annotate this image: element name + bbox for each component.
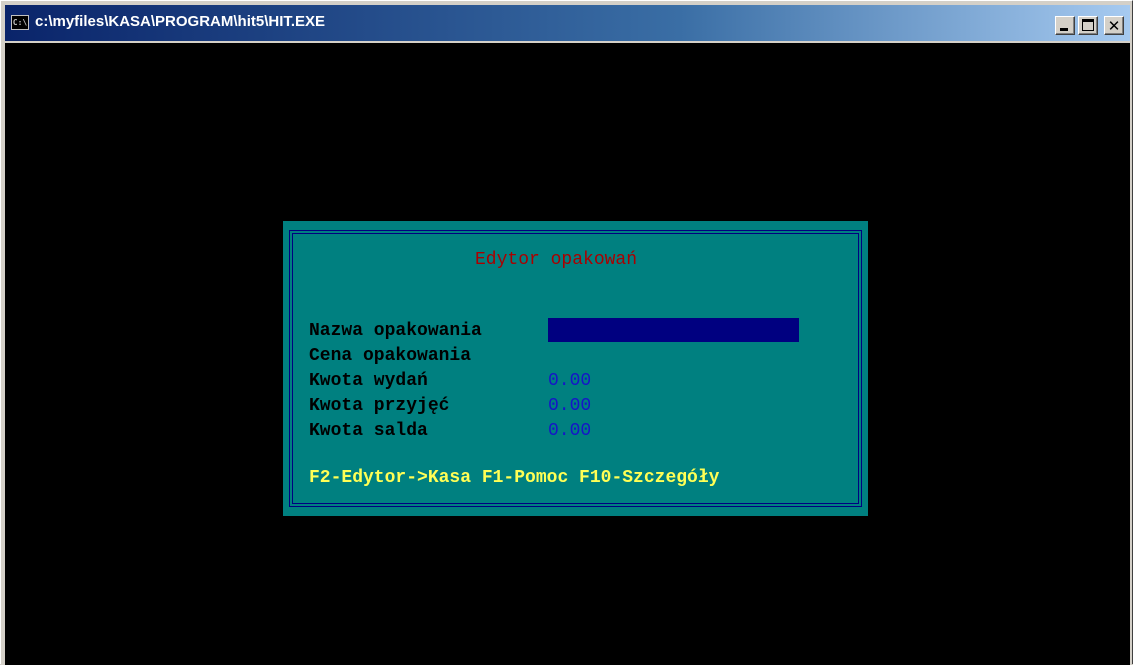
close-icon: ✕ [1107, 17, 1121, 35]
received-amount-value: 0.00 [548, 396, 592, 416]
field-label-balance-amount: Kwota salda [309, 421, 428, 441]
hotkey-help-bar: F2-Edytor->Kasa F1-Pomoc F10-Szczegóły [309, 468, 720, 488]
package-name-input[interactable] [548, 318, 799, 342]
console-area: Edytor opakowań Nazwa opakowania Cena op… [5, 43, 1130, 665]
packaging-editor-dialog: Edytor opakowań Nazwa opakowania Cena op… [283, 221, 868, 516]
dialog-double-border [289, 230, 862, 507]
close-button[interactable]: ✕ [1104, 16, 1124, 35]
balance-amount-value: 0.00 [548, 421, 592, 441]
dialog-title: Edytor opakowań [475, 250, 638, 270]
issued-amount-value: 0.00 [548, 371, 592, 391]
console-app-icon[interactable]: C:\ [11, 15, 29, 30]
field-label-package-price: Cena opakowania [309, 346, 472, 366]
field-label-issued-amount: Kwota wydań [309, 371, 428, 391]
minimize-button[interactable] [1055, 16, 1075, 35]
maximize-button[interactable] [1078, 16, 1098, 35]
field-label-received-amount: Kwota przyjęć [309, 396, 450, 416]
console-window: C:\ c:\myfiles\KASA\PROGRAM\hit5\HIT.EXE… [0, 0, 1133, 665]
field-label-package-name: Nazwa opakowania [309, 321, 482, 341]
title-bar[interactable]: C:\ c:\myfiles\KASA\PROGRAM\hit5\HIT.EXE… [5, 5, 1130, 41]
window-title: c:\myfiles\KASA\PROGRAM\hit5\HIT.EXE [35, 13, 326, 30]
